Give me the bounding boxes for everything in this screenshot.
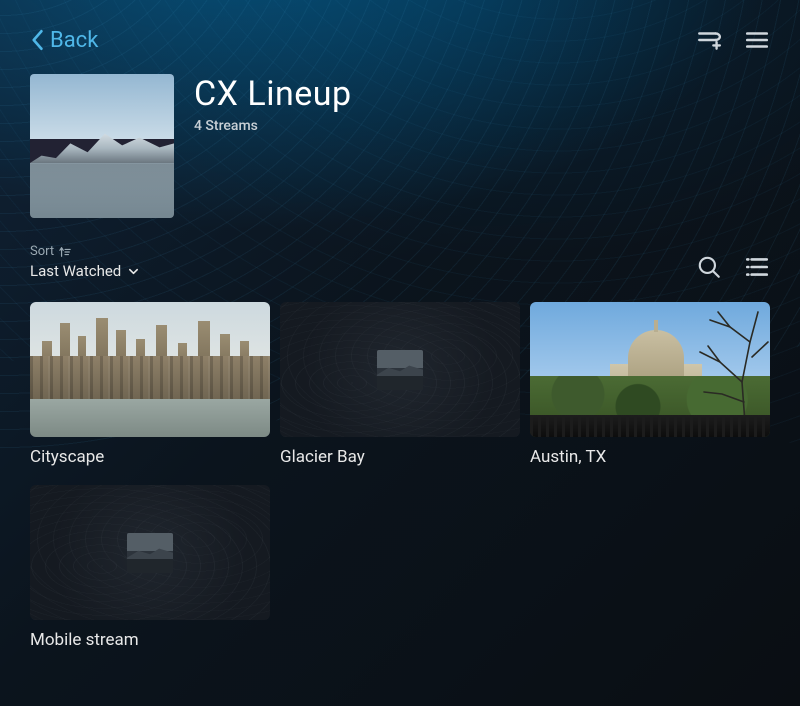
stream-card: Cityscape — [30, 302, 270, 467]
list-view-button[interactable] — [744, 254, 770, 280]
sort-label-row: Sort — [30, 244, 139, 259]
sort-dropdown[interactable]: Last Watched — [30, 262, 139, 280]
streams-grid: Cityscape Glacier Bay — [30, 302, 770, 650]
stream-thumbnail-cityscape[interactable] — [30, 302, 270, 437]
hamburger-menu-icon — [744, 27, 770, 53]
list-view-icon — [744, 254, 770, 280]
search-icon — [696, 254, 722, 280]
page-title: CX Lineup — [194, 74, 352, 114]
placeholder-mini-image — [377, 350, 423, 390]
menu-button[interactable] — [744, 27, 770, 53]
lineup-cover-thumbnail[interactable] — [30, 74, 174, 218]
back-label: Back — [50, 28, 98, 53]
top-bar: Back — [30, 20, 770, 60]
sort-label: Sort — [30, 244, 54, 259]
sort-value: Last Watched — [30, 262, 121, 280]
stream-label: Austin, TX — [530, 447, 770, 467]
stream-card: Austin, TX — [530, 302, 770, 467]
header-text: CX Lineup 4 Streams — [194, 74, 352, 134]
stream-label: Mobile stream — [30, 630, 270, 650]
tools-right — [696, 254, 770, 280]
search-button[interactable] — [696, 254, 722, 280]
tools-row: Sort Last Watched — [30, 244, 770, 280]
header-section: CX Lineup 4 Streams — [30, 74, 770, 218]
stream-label: Glacier Bay — [280, 447, 520, 467]
top-bar-actions — [696, 27, 770, 53]
page-subtitle: 4 Streams — [194, 118, 352, 134]
stream-thumbnail-glacier-bay[interactable] — [280, 302, 520, 437]
stream-label: Cityscape — [30, 447, 270, 467]
sort-control: Sort Last Watched — [30, 244, 139, 280]
back-button[interactable]: Back — [30, 28, 98, 53]
chevron-left-icon — [30, 29, 44, 51]
queue-add-icon — [696, 27, 722, 53]
sort-order-icon — [59, 246, 71, 258]
chevron-down-icon — [128, 266, 139, 277]
stream-card: Mobile stream — [30, 485, 270, 650]
add-to-queue-button[interactable] — [696, 27, 722, 53]
stream-card: Glacier Bay — [280, 302, 520, 467]
placeholder-mini-image — [127, 533, 173, 573]
stream-thumbnail-austin[interactable] — [530, 302, 770, 437]
stream-thumbnail-mobile-stream[interactable] — [30, 485, 270, 620]
